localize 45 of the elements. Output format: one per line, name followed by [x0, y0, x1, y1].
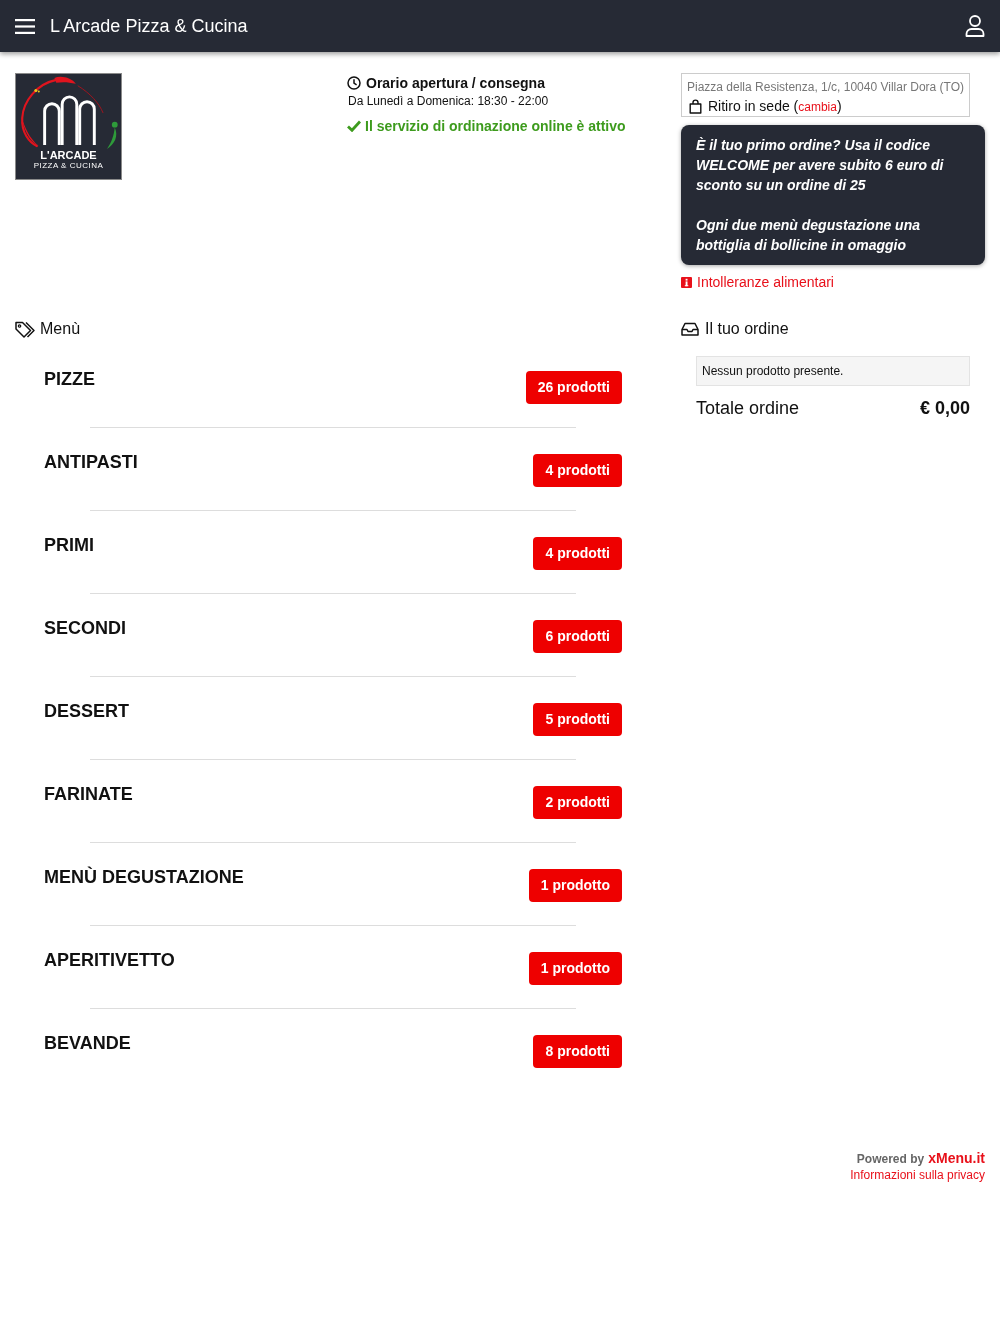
- promo-text: Ogni due menù degustazione una bottiglia di bollicine in omaggio: [696, 216, 921, 255]
- bag-icon: [689, 98, 702, 114]
- product-count-badge: 5 prodotti: [533, 703, 622, 736]
- menu-heading: Menù: [40, 319, 81, 339]
- allergens-link[interactable]: Intolleranze alimentari: [697, 273, 834, 291]
- privacy-link[interactable]: Informazioni sulla privacy: [850, 1166, 985, 1184]
- category-title[interactable]: PRIMI: [44, 533, 94, 557]
- empty-order-message: Nessun prodotto presente.: [696, 356, 970, 386]
- tags-icon: [15, 320, 36, 338]
- category-title[interactable]: PIZZE: [44, 367, 95, 391]
- product-count-badge: 8 prodotti: [533, 1035, 622, 1068]
- header-title: L Arcade Pizza & Cucina: [50, 15, 248, 38]
- powered-by-label: Powered by: [856, 1151, 925, 1168]
- category-title[interactable]: BEVANDE: [44, 1031, 131, 1055]
- category-title[interactable]: DESSERT: [44, 699, 130, 723]
- menu-icon[interactable]: [15, 18, 35, 34]
- online-status: Il servizio di ordinazione online è attivo: [365, 117, 626, 136]
- product-count-badge: 26 prodotti: [525, 371, 622, 404]
- total-amount: € 0,00: [919, 397, 970, 420]
- order-heading: Il tuo ordine: [705, 319, 789, 339]
- product-count-badge: 1 prodotto: [528, 952, 622, 985]
- category-title[interactable]: ANTIPASTI: [44, 450, 138, 474]
- logo-tagline: PIZZA & CUCINA: [33, 161, 104, 171]
- logo-name: L'ARCADE: [40, 149, 97, 161]
- user-icon[interactable]: [965, 15, 985, 37]
- total-label: Totale ordine: [696, 397, 800, 420]
- category-title[interactable]: FARINATE: [44, 782, 133, 806]
- category-title[interactable]: SECONDI: [44, 616, 126, 640]
- brand-link[interactable]: xMenu.it: [928, 1148, 985, 1169]
- change-link[interactable]: cambia: [798, 99, 837, 114]
- product-count-badge: 6 prodotti: [533, 620, 622, 653]
- product-count-badge: 4 prodotti: [533, 454, 622, 487]
- product-count-badge: 2 prodotti: [533, 786, 622, 819]
- product-count-badge: 1 prodotto: [528, 869, 622, 902]
- category-title[interactable]: APERITIVETTO: [44, 948, 175, 972]
- info-icon: [681, 276, 692, 288]
- hours-title: Orario apertura / consegna: [366, 74, 545, 93]
- product-count-badge: 4 prodotti: [533, 537, 622, 570]
- pickup-mode-text: Ritiro in sede (cambia): [708, 96, 842, 116]
- promo-text: È il tuo primo ordine? Usa il codice WELCOME per avere subito 6 euro di sconto su un ordine di 25: [696, 136, 945, 195]
- address-text: Piazza della Resistenza, 1/c, 10040 Villar Dora (TO): [687, 79, 965, 96]
- opening-hours: Da Lunedì a Domenica: 18:30 - 22:00: [348, 93, 550, 109]
- category-title[interactable]: MENÙ DEGUSTAZIONE: [44, 865, 244, 889]
- clock-icon: [347, 76, 361, 90]
- inbox-icon: [681, 322, 699, 336]
